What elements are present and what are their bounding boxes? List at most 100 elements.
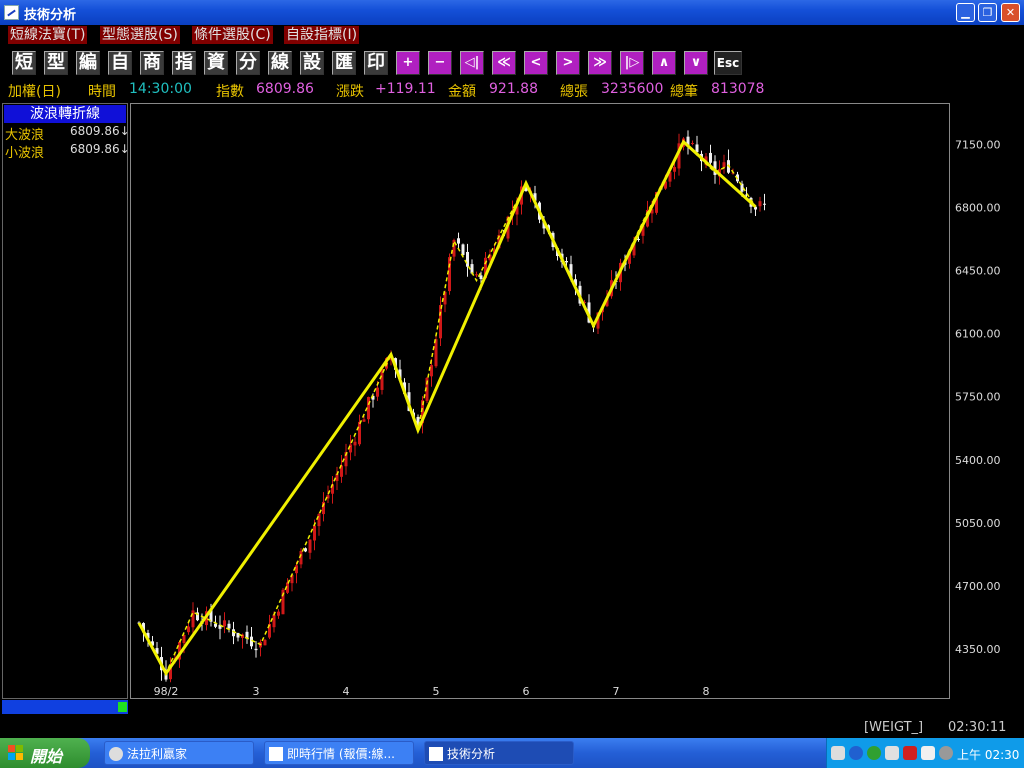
menu-pattern-select[interactable]: 型態選股(S)	[100, 26, 180, 44]
keyboard-icon[interactable]	[831, 746, 845, 760]
candle-body	[763, 203, 766, 205]
y-tick-label: 5400.00	[955, 454, 1001, 467]
network-icon[interactable]	[867, 746, 881, 760]
candle-body	[466, 251, 469, 267]
minimize-button[interactable]: ▁	[956, 3, 975, 22]
system-tray: 上午 02:30	[826, 738, 1024, 768]
candle-body	[227, 623, 231, 629]
price-axis-svg: 4350.00 4700.00 5050.00 5400.00 5750.00 6100.…	[955, 138, 1001, 656]
candle-body	[223, 620, 226, 627]
candle-body	[475, 274, 478, 276]
menu-condition-select[interactable]: 條件選股(C)	[192, 26, 273, 44]
price-axis: 4350.00 4700.00 5050.00 5400.00 5750.00 6100.…	[950, 103, 1024, 699]
edit-button[interactable]: 編	[76, 51, 100, 75]
chevron-left-icon[interactable]	[849, 746, 863, 760]
short-button[interactable]: 短	[12, 51, 36, 75]
x-tick-label: 5	[433, 685, 440, 698]
forward-button[interactable]: >	[556, 51, 580, 75]
task-label: 即時行情 (報價:線...	[287, 747, 395, 761]
y-tick-label: 6800.00	[955, 202, 1001, 215]
candle-body	[691, 142, 694, 144]
candle-body	[758, 201, 762, 207]
y-tick-label: 6100.00	[955, 328, 1001, 341]
globe-icon	[109, 747, 123, 761]
pattern-button[interactable]: 型	[44, 51, 68, 75]
menu-short-term[interactable]: 短線法寶(T)	[8, 26, 88, 44]
amount-label: 金額	[448, 84, 476, 100]
clock-icon[interactable]	[939, 746, 953, 760]
task-ferrari-winner[interactable]: 法拉利贏家	[104, 741, 254, 765]
product-button[interactable]: 商	[140, 51, 164, 75]
minute-button[interactable]: 分	[236, 51, 260, 75]
data-button[interactable]: 資	[204, 51, 228, 75]
symbol-label: 加權(日)	[8, 84, 61, 100]
candle-body	[709, 152, 712, 163]
time-label: 時間	[88, 84, 116, 100]
line-button[interactable]: 線	[268, 51, 292, 75]
x-tick-label: 98/2	[154, 685, 179, 698]
restore-button[interactable]: ❐	[978, 3, 997, 22]
y-tick-label: 5750.00	[955, 391, 1001, 404]
y-tick-label: 6450.00	[955, 265, 1001, 278]
escape-button[interactable]: Esc	[714, 51, 742, 75]
x-tick-label: 3	[253, 685, 260, 698]
time-value: 14:30:00	[129, 81, 192, 97]
status-time: 02:30:11	[948, 720, 1007, 735]
small-wave-label: 小波浪	[5, 146, 45, 161]
candle-body	[461, 244, 465, 256]
y-tick-label: 4350.00	[955, 643, 1001, 656]
zoom-in-button[interactable]: +	[396, 51, 420, 75]
zoom-out-button[interactable]: −	[428, 51, 452, 75]
big-wave-line	[137, 139, 757, 677]
antivirus-icon[interactable]	[903, 746, 917, 760]
settings-button[interactable]: 設	[300, 51, 324, 75]
title-bar: 技術分析 ▁ ❐ ✕	[0, 0, 1024, 25]
candle-body	[439, 305, 442, 339]
task-technical-analysis[interactable]: 技術分析	[424, 741, 574, 765]
scroll-indicator	[118, 702, 127, 712]
menu-custom-indicator[interactable]: 自設指標(I)	[284, 26, 360, 44]
trades-label: 總筆	[670, 84, 698, 100]
candlestick-chart[interactable]: 98/2 3 4 5 6 7 8	[131, 104, 949, 698]
y-tick-label: 7150.00	[955, 138, 1001, 151]
big-wave-row[interactable]: 大波浪 6809.86↓	[5, 124, 130, 143]
volume-icon[interactable]	[885, 746, 899, 760]
candle-body	[376, 387, 379, 397]
fast-back-button[interactable]: ≪	[492, 51, 516, 75]
chart-app-icon	[4, 5, 19, 20]
scroll-up-button[interactable]: ∧	[652, 51, 676, 75]
indicator-button[interactable]: 指	[172, 51, 196, 75]
task-label: 法拉利贏家	[127, 747, 188, 761]
candle-body	[272, 614, 276, 628]
taskbar: 開始 法拉利贏家 即時行情 (報價:線... 技術分析 上午 02:30	[0, 738, 1024, 768]
small-wave-row[interactable]: 小波浪 6809.86↓	[5, 142, 130, 161]
trades-value: 813078	[711, 81, 765, 97]
print-button[interactable]: 印	[364, 51, 388, 75]
candle-body	[722, 162, 726, 168]
panel-scroll-bar[interactable]	[2, 700, 128, 714]
close-button[interactable]: ✕	[1001, 3, 1020, 22]
change-value: +119.11	[375, 81, 436, 97]
wave-panel: 波浪轉折線 大波浪 6809.86↓ 小波浪 6809.86↓	[2, 103, 130, 699]
chart-icon	[269, 747, 283, 761]
start-button[interactable]: 開始	[0, 738, 90, 768]
tray-clock: 上午 02:30	[957, 748, 1020, 762]
fast-forward-button[interactable]: ≫	[588, 51, 612, 75]
custom-button[interactable]: 自	[108, 51, 132, 75]
candle-body	[304, 548, 307, 552]
last-page-button[interactable]: |▷	[620, 51, 644, 75]
chart-area[interactable]: 98/2 3 4 5 6 7 8	[130, 103, 950, 699]
chart-icon	[429, 747, 443, 761]
export-button[interactable]: 匯	[332, 51, 356, 75]
back-button[interactable]: <	[524, 51, 548, 75]
scroll-down-button[interactable]: ∨	[684, 51, 708, 75]
small-wave-line	[138, 140, 757, 676]
wave-panel-header[interactable]: 波浪轉折線	[4, 105, 126, 123]
first-page-button[interactable]: ◁|	[460, 51, 484, 75]
change-label: 漲跌	[336, 84, 364, 100]
status-code: [WEIGT_]	[864, 720, 924, 735]
task-realtime-quote[interactable]: 即時行情 (報價:線...	[264, 741, 414, 765]
shield-icon[interactable]	[921, 746, 935, 760]
candle-body	[263, 639, 267, 646]
x-tick-label: 8	[703, 685, 710, 698]
